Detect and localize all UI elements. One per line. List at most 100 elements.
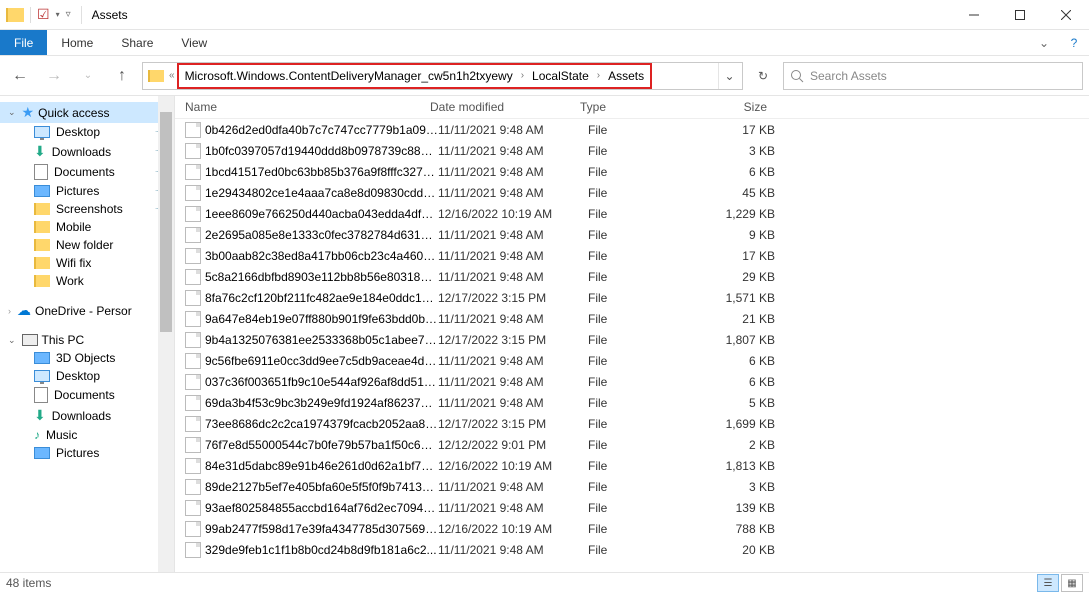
file-size: 788 KB bbox=[703, 522, 793, 536]
properties-icon[interactable]: ☑ bbox=[37, 6, 50, 23]
chevron-down-icon[interactable]: ⌄ bbox=[8, 107, 16, 118]
column-header-type[interactable]: Type bbox=[580, 100, 695, 114]
file-row[interactable]: 1b0fc0397057d19440ddd8b0978739c8877...11… bbox=[175, 140, 1089, 161]
file-type: File bbox=[588, 354, 703, 368]
file-row[interactable]: 037c36f003651fb9c10e544af926af8dd51fa...… bbox=[175, 371, 1089, 392]
details-view-button[interactable]: ☰ bbox=[1037, 574, 1059, 592]
sidebar-item-desktop[interactable]: Desktop📌 bbox=[0, 123, 174, 141]
home-tab[interactable]: Home bbox=[47, 30, 107, 55]
sidebar-item-screenshots[interactable]: Screenshots📌 bbox=[0, 200, 174, 218]
chevron-right-icon[interactable]: › bbox=[519, 70, 526, 81]
file-row[interactable]: 89de2127b5ef7e405bfa60e5f5f0f9b7413e0...… bbox=[175, 476, 1089, 497]
sidebar-item-wififix[interactable]: Wifi fix bbox=[0, 254, 174, 272]
refresh-button[interactable]: ↻ bbox=[749, 62, 777, 90]
file-row[interactable]: 69da3b4f53c9bc3b249e9fd1924af86237a875..… bbox=[175, 392, 1089, 413]
file-row[interactable]: 99ab2477f598d17e39fa4347785d3075693e...1… bbox=[175, 518, 1089, 539]
file-size: 17 KB bbox=[703, 249, 793, 263]
breadcrumb-1[interactable]: Microsoft.Windows.ContentDeliveryManager… bbox=[179, 65, 519, 87]
history-chevron-icon[interactable]: « bbox=[167, 70, 177, 81]
file-tab[interactable]: File bbox=[0, 30, 47, 55]
recent-dropdown[interactable]: ⌄ bbox=[74, 62, 102, 90]
large-icons-view-button[interactable]: ▦ bbox=[1061, 574, 1083, 592]
file-type: File bbox=[588, 123, 703, 137]
forward-button[interactable]: → bbox=[40, 62, 68, 90]
file-row[interactable]: 9c56fbe6911e0cc3dd9ee7c5db9aceae4d8...11… bbox=[175, 350, 1089, 371]
file-row[interactable]: 329de9feb1c1f1b8b0cd24b8d9fb181a6c2...11… bbox=[175, 539, 1089, 560]
view-tab[interactable]: View bbox=[167, 30, 221, 55]
file-name: 0b426d2ed0dfa40b7c7c747cc7779b1a09f... bbox=[205, 123, 438, 137]
file-row[interactable]: 9a647e84eb19e07ff880b901f9fe63bdd0b3...1… bbox=[175, 308, 1089, 329]
qat-overflow[interactable]: ▿ bbox=[66, 9, 71, 20]
address-bar[interactable]: « Microsoft.Windows.ContentDeliveryManag… bbox=[142, 62, 743, 90]
file-row[interactable]: 8fa76c2cf120bf211fc482ae9e184e0ddc1c3...… bbox=[175, 287, 1089, 308]
file-row[interactable]: 1eee8609e766250d440acba043edda4df06...12… bbox=[175, 203, 1089, 224]
chevron-right-icon[interactable]: › bbox=[8, 306, 11, 316]
highlighted-breadcrumb: Microsoft.Windows.ContentDeliveryManager… bbox=[177, 63, 653, 89]
file-list[interactable]: 0b426d2ed0dfa40b7c7c747cc7779b1a09f... 11… bbox=[175, 119, 1089, 572]
address-dropdown[interactable]: ⌄ bbox=[718, 63, 740, 89]
file-icon bbox=[185, 500, 201, 516]
file-row[interactable]: 0b426d2ed0dfa40b7c7c747cc7779b1a09f...11… bbox=[175, 119, 1089, 140]
file-row[interactable]: 9b4a1325076381ee2533368b05c1abee714...12… bbox=[175, 329, 1089, 350]
sidebar-scrollbar[interactable] bbox=[158, 96, 174, 572]
sidebar-item-downloads[interactable]: ⬇Downloads📌 bbox=[0, 141, 174, 162]
up-button[interactable]: ↑ bbox=[108, 62, 136, 90]
column-header-size[interactable]: Size bbox=[695, 100, 785, 114]
file-row[interactable]: 5c8a2166dbfbd8903e112bb8b56e80318bb...11… bbox=[175, 266, 1089, 287]
chevron-down-icon[interactable]: ⌄ bbox=[8, 335, 16, 346]
sidebar-item-downloads2[interactable]: ⬇Downloads bbox=[0, 405, 174, 426]
file-row[interactable]: 84e31d5dabc89e91b46e261d0d62a1bf7227...1… bbox=[175, 455, 1089, 476]
file-date: 11/11/2021 9:48 AM bbox=[438, 375, 588, 389]
file-row[interactable]: 2e2695a085e8e1333c0fec3782784d631b0a...1… bbox=[175, 224, 1089, 245]
maximize-button[interactable] bbox=[997, 0, 1043, 30]
sidebar-item-desktop2[interactable]: Desktop bbox=[0, 367, 174, 385]
status-item-count: 48 items bbox=[6, 576, 51, 590]
sidebar-item-pictures2[interactable]: Pictures bbox=[0, 444, 174, 462]
sidebar-item-work[interactable]: Work bbox=[0, 272, 174, 290]
file-name: 329de9feb1c1f1b8b0cd24b8d9fb181a6c2... bbox=[205, 543, 438, 557]
folder-icon bbox=[34, 257, 50, 269]
sidebar-item-mobile[interactable]: Mobile bbox=[0, 218, 174, 236]
file-row[interactable]: 76f7e8d55000544c7b0fe79b57ba1f50c6e2...1… bbox=[175, 434, 1089, 455]
sidebar-item-documents2[interactable]: Documents bbox=[0, 385, 174, 405]
file-name: 5c8a2166dbfbd8903e112bb8b56e80318bb... bbox=[205, 270, 438, 284]
qat-dropdown-icon[interactable]: ▾ bbox=[56, 10, 60, 19]
sidebar-item-onedrive[interactable]: › ☁ OneDrive - Persor bbox=[0, 300, 174, 321]
file-row[interactable]: 93aef802584855accbd164af76d2ec709425...1… bbox=[175, 497, 1089, 518]
minimize-button[interactable] bbox=[951, 0, 997, 30]
file-row[interactable]: 73ee8686dc2c2ca1974379fcacb2052aa83f...1… bbox=[175, 413, 1089, 434]
file-size: 1,571 KB bbox=[703, 291, 793, 305]
scrollbar-thumb[interactable] bbox=[160, 112, 172, 332]
search-input[interactable]: Search Assets bbox=[783, 62, 1083, 90]
file-name: 99ab2477f598d17e39fa4347785d3075693e... bbox=[205, 522, 438, 536]
close-button[interactable] bbox=[1043, 0, 1089, 30]
chevron-right-icon[interactable]: › bbox=[595, 70, 602, 81]
breadcrumb-3[interactable]: Assets bbox=[602, 65, 650, 87]
pictures-icon bbox=[34, 185, 50, 197]
ribbon-expand-icon[interactable]: ⌄ bbox=[1029, 30, 1059, 55]
help-icon[interactable]: ? bbox=[1059, 30, 1089, 55]
share-tab[interactable]: Share bbox=[107, 30, 167, 55]
navigation-pane: ⌄ ★ Quick access Desktop📌 ⬇Downloads📌 Do… bbox=[0, 96, 175, 572]
file-row[interactable]: 1e29434802ce1e4aaa7ca8e8d09830cdd33...11… bbox=[175, 182, 1089, 203]
breadcrumb-2[interactable]: LocalState bbox=[526, 65, 595, 87]
file-name: 1bcd41517ed0bc63bb85b376a9f8fffc3273... bbox=[205, 165, 438, 179]
file-row[interactable]: 1bcd41517ed0bc63bb85b376a9f8fffc3273...1… bbox=[175, 161, 1089, 182]
file-icon bbox=[185, 542, 201, 558]
file-name: 84e31d5dabc89e91b46e261d0d62a1bf7227... bbox=[205, 459, 438, 473]
downloads-icon: ⬇ bbox=[34, 407, 46, 424]
sidebar-item-music[interactable]: ♪Music bbox=[0, 426, 174, 444]
file-row[interactable]: 3b00aab82c38ed8a417bb06cb23c4a4601e...11… bbox=[175, 245, 1089, 266]
column-header-date[interactable]: Date modified bbox=[430, 100, 580, 114]
sidebar-item-quick-access[interactable]: ⌄ ★ Quick access bbox=[0, 102, 174, 123]
sidebar-item-new-folder[interactable]: New folder bbox=[0, 236, 174, 254]
sidebar-item-documents[interactable]: Documents📌 bbox=[0, 162, 174, 182]
file-icon bbox=[185, 227, 201, 243]
sidebar-item-thispc[interactable]: ⌄ This PC bbox=[0, 331, 174, 349]
back-button[interactable]: ← bbox=[6, 62, 34, 90]
file-icon bbox=[185, 290, 201, 306]
file-type: File bbox=[588, 480, 703, 494]
sidebar-item-3dobjects[interactable]: 3D Objects bbox=[0, 349, 174, 367]
column-header-name[interactable]: Name bbox=[175, 100, 430, 114]
sidebar-item-pictures[interactable]: Pictures📌 bbox=[0, 182, 174, 200]
